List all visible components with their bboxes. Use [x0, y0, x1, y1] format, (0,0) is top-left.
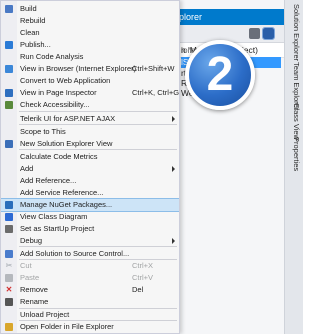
build-icon: [5, 5, 13, 13]
menu-item-label: Build: [20, 4, 37, 13]
properties-icon[interactable]: [262, 27, 275, 40]
browser-icon: [5, 65, 13, 73]
menu-item-shortcut: Ctrl+Shift+W: [132, 64, 175, 73]
menu-item-shortcut: Del: [132, 285, 144, 294]
menu-item-build[interactable]: Build: [1, 3, 179, 15]
solution-explorer-toolbar: [177, 25, 285, 43]
menu-item-label: Set as StartUp Project: [20, 224, 95, 233]
submenu-arrow-icon: [172, 238, 175, 244]
step-number-badge: 2: [185, 40, 255, 110]
menu-item-rename[interactable]: Rename: [1, 296, 179, 308]
source-control-icon: [5, 250, 13, 258]
menu-item-label: Convert to Web Application: [20, 76, 111, 85]
menu-item-scope-to-this[interactable]: Scope to This: [1, 126, 179, 138]
menu-item-run-code-analysis[interactable]: Run Code Analysis: [1, 51, 179, 63]
menu-item-rebuild[interactable]: Rebuild: [1, 15, 179, 27]
menu-separator: [19, 246, 177, 247]
menu-item-manage-nuget-packages[interactable]: Manage NuGet Packages...: [1, 198, 179, 212]
menu-item-label: View Class Diagram: [20, 212, 88, 221]
menu-separator: [19, 320, 177, 321]
menu-item-add-service-reference[interactable]: Add Service Reference...: [1, 187, 179, 199]
nuget-icon: [5, 201, 13, 209]
menu-item-label: Remove: [20, 285, 48, 294]
wrench-icon[interactable]: [249, 28, 260, 39]
class-diagram-icon: [5, 213, 13, 221]
menu-item-label: Add Reference...: [20, 176, 77, 185]
submenu-arrow-icon: [172, 116, 175, 122]
menu-item-view-in-page-inspector[interactable]: View in Page Inspector Ctrl+K, Ctrl+G: [1, 87, 179, 99]
paste-icon: [5, 274, 13, 282]
solution-explorer-icon: [5, 140, 13, 148]
gear-icon: [5, 225, 13, 233]
menu-item-clean[interactable]: Clean: [1, 27, 179, 39]
menu-item-set-as-startup-project[interactable]: Set as StartUp Project: [1, 223, 179, 235]
menu-item-view-class-diagram[interactable]: View Class Diagram: [1, 211, 179, 223]
menu-item-view-in-browser-internet-explorer[interactable]: View in Browser (Internet Explorer) Ctrl+…: [1, 63, 179, 75]
menu-item-paste[interactable]: Paste Ctrl+V: [1, 272, 179, 284]
menu-item-add-reference[interactable]: Add Reference...: [1, 175, 179, 187]
menu-item-label: Check Accessibility...: [20, 100, 90, 109]
menu-item-convert-to-web-application[interactable]: Convert to Web Application: [1, 75, 179, 87]
menu-item-label: Open Folder in File Explorer: [20, 322, 114, 331]
menu-item-shortcut: Ctrl+K, Ctrl+G: [132, 88, 180, 97]
menu-item-shortcut: Ctrl+V: [132, 273, 154, 282]
submenu-arrow-icon: [172, 166, 175, 172]
menu-item-check-accessibility[interactable]: Check Accessibility...: [1, 99, 179, 111]
menu-item-label: Rebuild: [20, 16, 46, 25]
menu-item-shortcut: Ctrl+X: [132, 261, 154, 270]
side-tab-strip: Solution Explorer Team Explorer Class Vi…: [284, 0, 303, 334]
remove-icon: ✕: [5, 285, 13, 294]
menu-separator: [19, 111, 177, 112]
menu-item-cut[interactable]: ✂ Cut Ctrl+X: [1, 260, 179, 272]
menu-item-label: Scope to This: [20, 127, 66, 136]
menu-item-label: Rename: [20, 297, 49, 306]
menu-item-label: Cut: [20, 261, 32, 270]
menu-item-label: Add: [20, 164, 34, 173]
accessibility-icon: [5, 101, 13, 109]
menu-item-label: Publish...: [20, 40, 51, 49]
menu-item-label: View in Browser (Internet Explorer): [20, 64, 137, 73]
menu-item-calculate-code-metrics[interactable]: Calculate Code Metrics: [1, 151, 179, 163]
menu-separator: [19, 259, 177, 260]
menu-item-label: Clean: [20, 28, 40, 37]
tab-properties[interactable]: Properties: [286, 137, 301, 171]
menu-separator: [19, 124, 177, 125]
menu-separator: [19, 149, 177, 150]
page-inspector-icon: [5, 89, 13, 97]
menu-item-label: Add Service Reference...: [20, 188, 104, 197]
publish-icon: [5, 41, 13, 49]
menu-item-open-folder-in-file-explorer[interactable]: Open Folder in File Explorer: [1, 321, 179, 333]
folder-icon: [5, 323, 13, 331]
rename-icon: [5, 298, 13, 306]
cut-icon: ✂: [5, 261, 13, 270]
menu-item-label: Paste: [20, 273, 40, 282]
menu-item-label: Run Code Analysis: [20, 52, 84, 61]
menu-item-publish[interactable]: Publish...: [1, 39, 179, 51]
context-menu: Build Rebuild Clean Publish... Run Code Anal…: [0, 0, 180, 334]
menu-item-label: Manage NuGet Packages...: [20, 200, 113, 209]
solution-explorer-title: plorer: [177, 9, 285, 25]
tab-class-view[interactable]: Class View: [286, 103, 301, 140]
menu-item-add[interactable]: Add: [1, 163, 179, 175]
menu-separator: [19, 308, 177, 309]
menu-item-remove[interactable]: ✕ Remove Del: [1, 284, 179, 296]
menu-item-label: Calculate Code Metrics: [20, 152, 98, 161]
menu-item-label: View in Page Inspector: [20, 88, 97, 97]
tab-solution-explorer[interactable]: Solution Explorer: [286, 4, 301, 61]
